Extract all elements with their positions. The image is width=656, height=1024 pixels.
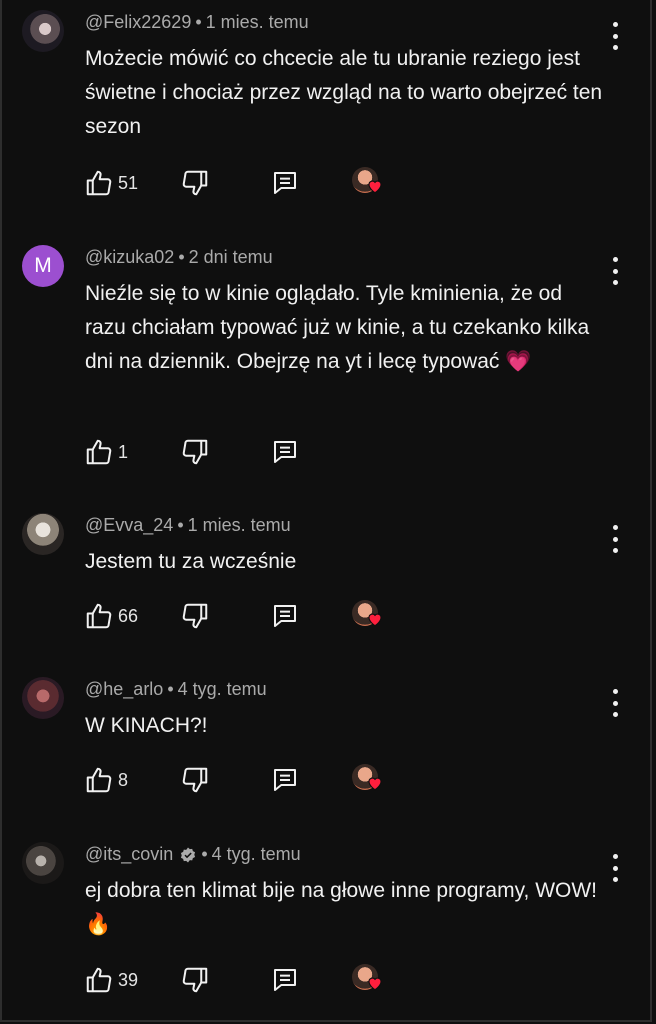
reply-comment-icon: [274, 172, 296, 194]
avatar[interactable]: [22, 677, 64, 719]
thumbs-down-icon: [182, 767, 208, 793]
like-count: 51: [118, 172, 139, 193]
avatar[interactable]: [22, 842, 64, 884]
thumbs-up-icon: [86, 767, 112, 793]
comment-meta: @Felix22629 • 1 mies. temu: [85, 12, 309, 33]
comment-author[interactable]: @its_covin: [85, 844, 173, 865]
meta-separator: •: [195, 12, 202, 32]
meta-separator: •: [201, 844, 208, 864]
meta-separator: •: [167, 679, 174, 699]
like-count: 66: [118, 605, 139, 626]
more-options-icon[interactable]: [610, 257, 620, 285]
dislike-button[interactable]: [180, 437, 270, 467]
thumbs-up-icon: [86, 170, 112, 196]
thumbs-down-icon: [182, 967, 208, 993]
avatar[interactable]: [22, 10, 64, 52]
comment-author[interactable]: @Evva_24: [85, 515, 173, 536]
more-options-icon[interactable]: [610, 22, 620, 50]
meta-separator: •: [177, 515, 184, 535]
comment-time[interactable]: 1 mies. temu: [188, 515, 291, 536]
verified-badge-icon: [181, 847, 196, 862]
comment-text: ej dobra ten klimat bije na głowe inne p…: [85, 879, 597, 936]
comment-time[interactable]: 4 tyg. temu: [212, 844, 301, 865]
meta-separator: •: [178, 247, 185, 267]
comment-author[interactable]: @Felix22629: [85, 12, 191, 33]
more-options-icon[interactable]: [610, 689, 620, 717]
creator-heart: [352, 764, 386, 796]
like-count: 1: [118, 441, 129, 462]
reply-comment-icon: [274, 605, 296, 627]
reply-comment-icon: [274, 769, 296, 791]
dislike-button[interactable]: [180, 965, 270, 995]
comment-text: Nieźle się to w kinie oglądało. Tyle kmi…: [85, 282, 590, 373]
comment-meta: @its_covin • 4 tyg. temu: [85, 844, 301, 865]
avatar[interactable]: M: [22, 245, 64, 287]
comment-actions: 39: [84, 963, 386, 997]
comments-panel: @Felix22629 • 1 mies. temu Możecie mówić…: [0, 0, 652, 1022]
like-count: 8: [118, 769, 129, 790]
thumbs-up-icon: [86, 967, 112, 993]
like-button[interactable]: 51: [84, 168, 180, 198]
like-button[interactable]: 66: [84, 601, 180, 631]
comment-time[interactable]: 1 mies. temu: [206, 12, 309, 33]
comment-time[interactable]: 2 dni temu: [189, 247, 273, 268]
like-button[interactable]: 8: [84, 765, 180, 795]
reply-button[interactable]: [270, 965, 352, 995]
like-button[interactable]: 39: [84, 965, 180, 995]
dislike-button[interactable]: [180, 765, 270, 795]
heart-icon: [368, 613, 382, 627]
comment-text: W KINACH?!: [85, 714, 208, 737]
comment-author[interactable]: @he_arlo: [85, 679, 163, 700]
reply-button[interactable]: [270, 765, 352, 795]
thumbs-up-icon: [86, 439, 112, 465]
heart-icon: [368, 180, 382, 194]
creator-heart: [352, 600, 386, 632]
comment-text: Możecie mówić co chcecie ale tu ubranie …: [85, 47, 603, 138]
comment-meta: @he_arlo • 4 tyg. temu: [85, 679, 267, 700]
thumbs-down-icon: [182, 170, 208, 196]
comment-meta: @kizuka02 • 2 dni temu: [85, 247, 273, 268]
more-options-icon[interactable]: [610, 525, 620, 553]
reply-button[interactable]: [270, 601, 352, 631]
avatar[interactable]: [22, 513, 64, 555]
comment-text: Jestem tu za wcześnie: [85, 550, 297, 573]
heart-icon: [368, 977, 382, 991]
like-button[interactable]: 1: [84, 437, 180, 467]
reply-button[interactable]: [270, 168, 352, 198]
comment-actions: 66: [84, 599, 386, 633]
comment-actions: 8: [84, 763, 386, 797]
creator-heart: [352, 167, 386, 199]
dislike-button[interactable]: [180, 601, 270, 631]
more-options-icon[interactable]: [610, 854, 620, 882]
thumbs-down-icon: [182, 439, 208, 465]
like-count: 39: [118, 969, 139, 990]
comment-meta: @Evva_24 • 1 mies. temu: [85, 515, 291, 536]
dislike-button[interactable]: [180, 168, 270, 198]
comment-actions: 1: [84, 435, 352, 469]
heart-icon: [368, 777, 382, 791]
thumbs-down-icon: [182, 603, 208, 629]
creator-heart: [352, 964, 386, 996]
comment-actions: 51: [84, 166, 386, 200]
thumbs-up-icon: [86, 603, 112, 629]
reply-comment-icon: [274, 969, 296, 991]
comment-author[interactable]: @kizuka02: [85, 247, 174, 268]
comment-time[interactable]: 4 tyg. temu: [178, 679, 267, 700]
reply-button[interactable]: [270, 437, 352, 467]
reply-comment-icon: [274, 441, 296, 463]
